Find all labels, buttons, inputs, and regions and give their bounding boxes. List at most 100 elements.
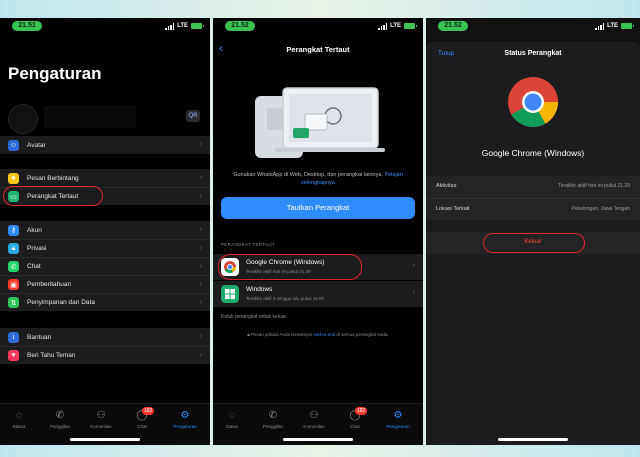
settings-item-account[interactable]: ⚷ Akun ›: [0, 221, 210, 239]
avatar-icon: ☺: [8, 139, 19, 151]
device-name: Google Chrome (Windows): [481, 148, 585, 158]
star-icon: ★: [8, 172, 19, 184]
encryption-link[interactable]: end-to-end: [313, 332, 335, 337]
tab-communities[interactable]: ⚇ Komunitas: [86, 410, 116, 429]
chevron-right-icon: ›: [199, 141, 202, 148]
status-time: 21.51: [12, 21, 42, 31]
tab-settings[interactable]: ⚙ Pengaturan: [170, 410, 200, 429]
qr-code-button[interactable]: QR: [186, 110, 200, 122]
device-status-screen: 21.52 LTE Tutup Status Perangkat Google …: [426, 18, 640, 445]
tab-label: Pengaturan: [386, 424, 410, 429]
status-bar: 21.52 LTE: [426, 18, 640, 34]
gear-icon: ⚙: [180, 410, 190, 421]
device-info-table: Aktivitas Terakhir aktif hari ini pukul …: [426, 176, 640, 220]
highlight-circle: [483, 233, 585, 253]
community-icon: ⚇: [309, 410, 319, 421]
battery-icon: [191, 23, 204, 29]
unread-badge: 182: [142, 407, 155, 415]
chevron-right-icon: ›: [199, 352, 202, 359]
unread-badge: 182: [355, 407, 368, 415]
network-label: LTE: [390, 23, 401, 29]
description-body: Gunakan WhatsApp di Web, Desktop, dan pe…: [233, 172, 383, 178]
phone-icon: ✆: [55, 410, 65, 421]
home-indicator: [498, 438, 568, 441]
chevron-right-icon: ›: [199, 193, 202, 200]
chrome-logo-icon: [508, 77, 558, 127]
chevron-right-icon: ›: [199, 333, 202, 340]
tab-chats[interactable]: ◯ 182 Chat: [127, 407, 157, 429]
settings-item-privacy[interactable]: 🔒︎ Privasi ›: [0, 239, 210, 257]
settings-item-chat[interactable]: ✆ Chat ›: [0, 257, 210, 275]
network-label: LTE: [177, 23, 188, 29]
network-label: LTE: [607, 23, 618, 29]
settings-group-2: ⚷ Akun › 🔒︎ Privasi › ✆ Chat › ▣ Pemberi…: [0, 221, 210, 311]
status-bar: 21.51 LTE: [0, 18, 210, 34]
settings-screen: 21.51 LTE Pengaturan QR ☺ Avatar › ★ Pes…: [0, 18, 210, 445]
chevron-right-icon: ›: [199, 226, 202, 233]
settings-item-notifications[interactable]: ▣ Pemberitahuan ›: [0, 275, 210, 293]
home-indicator: [70, 438, 140, 441]
tab-label: Panggilan: [49, 424, 71, 429]
chevron-right-icon: ›: [199, 299, 202, 306]
windows-icon: [221, 285, 239, 303]
page-title: Pengaturan: [8, 64, 102, 83]
device-name: Windows: [246, 286, 273, 293]
gear-icon: ⚙: [393, 410, 403, 421]
tab-label: Komunitas: [90, 424, 112, 429]
info-key: Aktivitas: [436, 183, 457, 189]
tab-label: Chat: [350, 424, 360, 429]
settings-group-avatar: ☺ Avatar ›: [0, 136, 210, 154]
tap-hint: Ketuk perangkat untuk keluar.: [221, 314, 288, 320]
avatar[interactable]: [8, 104, 38, 134]
whatsapp-icon: ✆: [8, 261, 19, 272]
section-header: PERANGKAT TERTAUT: [221, 242, 275, 247]
tab-label: Pengaturan: [173, 424, 197, 429]
chevron-right-icon: ›: [412, 262, 415, 269]
signal-icon: [378, 22, 388, 30]
chevron-right-icon: ›: [199, 174, 202, 181]
settings-item-avatar[interactable]: ☺ Avatar ›: [0, 136, 210, 154]
tab-calls[interactable]: ✆ Panggilan: [45, 410, 75, 429]
settings-item-storage[interactable]: ⇅ Penyimpanan dan Data ›: [0, 293, 210, 311]
status-bar: 21.52 LTE: [213, 18, 423, 34]
settings-item-label: Beri Tahu Teman: [27, 352, 76, 359]
chevron-right-icon: ›: [199, 281, 202, 288]
link-device-button[interactable]: Tautkan Perangkat: [221, 197, 415, 219]
profile-row[interactable]: QR: [0, 102, 210, 134]
tab-bar: ◌ Status ✆ Panggilan ⚇ Komunitas ◯ 182 Chat ⚙…: [0, 403, 210, 445]
info-row-activity: Aktivitas Terakhir aktif hari ini pukul …: [426, 176, 640, 198]
settings-item-help[interactable]: i Bantuan ›: [0, 328, 210, 346]
status-icon: ◌: [229, 410, 235, 421]
tab-label: Status: [12, 424, 26, 429]
tab-calls[interactable]: ✆ Panggilan: [258, 410, 288, 429]
settings-item-label: Privasi: [27, 245, 47, 252]
device-row-windows[interactable]: Windows Terakhir aktif 3 minggu lalu puk…: [213, 281, 423, 307]
tab-status[interactable]: ◌ Status: [217, 410, 247, 429]
lock-icon: 🔒︎: [8, 243, 19, 254]
chevron-right-icon: ›: [412, 289, 415, 296]
encryption-text: Pesan pribadi Anda terenkripsi: [251, 332, 313, 337]
tab-chats[interactable]: ◯ 182 Chat: [340, 407, 370, 429]
linked-devices-screen: 21.52 LTE ‹ Perangkat Tertaut Gunakan Wh…: [213, 18, 423, 445]
settings-item-label: Pemberitahuan: [27, 281, 72, 288]
chevron-right-icon: ›: [199, 263, 202, 270]
settings-item-label: Akun: [27, 226, 42, 234]
tab-settings[interactable]: ⚙ Pengaturan: [383, 410, 413, 429]
settings-item-label: Chat: [27, 263, 41, 270]
tab-label: Status: [225, 424, 239, 429]
settings-item-label: Bantuan: [27, 333, 52, 341]
encryption-text-2: di semua perangkat Anda.: [336, 332, 389, 337]
status-time: 21.52: [225, 21, 255, 31]
tab-status[interactable]: ◌ Status: [4, 410, 34, 429]
settings-item-tell-friend[interactable]: ♥ Beri Tahu Teman ›: [0, 346, 210, 364]
settings-group-3: i Bantuan › ♥ Beri Tahu Teman ›: [0, 328, 210, 364]
home-indicator: [283, 438, 353, 441]
status-time: 21.52: [438, 21, 468, 31]
tab-communities[interactable]: ⚇ Komunitas: [299, 410, 329, 429]
heart-icon: ♥: [8, 350, 19, 361]
sheet-title: Status Perangkat: [504, 50, 562, 57]
profile-name: [44, 106, 136, 128]
highlight-circle: [218, 254, 362, 280]
signal-icon: [165, 22, 175, 30]
settings-item-starred[interactable]: ★ Pesan Berbintang ›: [0, 169, 210, 187]
